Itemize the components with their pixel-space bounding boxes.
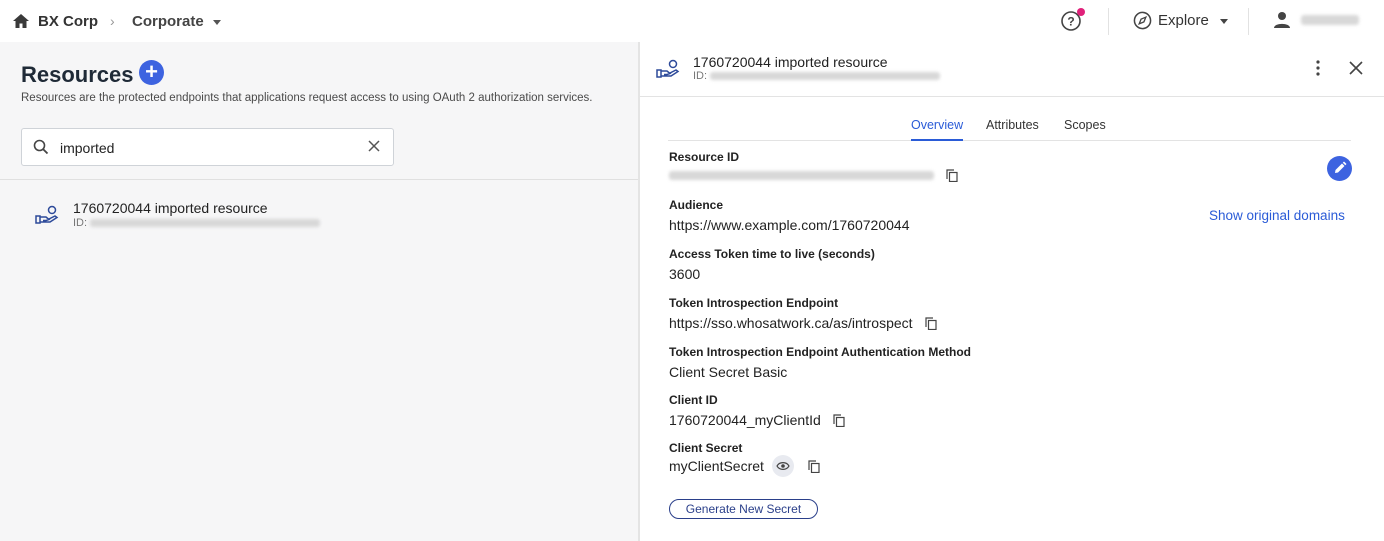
id-label: ID: (693, 70, 708, 82)
notification-dot (1077, 8, 1085, 16)
client-id-text: 1760720044_myClientId (669, 412, 821, 428)
resource-icon (656, 59, 680, 78)
explore-label: Explore (1158, 12, 1209, 29)
search-input[interactable]: imported (21, 128, 394, 166)
eye-icon (776, 462, 790, 470)
tab-attributes[interactable]: Attributes (986, 118, 1039, 141)
introspection-label: Token Introspection Endpoint (669, 296, 839, 310)
divider (1108, 8, 1109, 35)
audience-label: Audience (669, 198, 724, 212)
detail-header: 1760720044 imported resource ID: (640, 42, 1384, 97)
introspection-value: https://sso.whosatwork.ca/as/introspect (669, 315, 937, 331)
edit-button[interactable] (1327, 156, 1352, 181)
copy-icon[interactable] (808, 459, 820, 473)
show-original-domains-link[interactable]: Show original domains (1209, 208, 1345, 223)
add-resource-button[interactable]: + (139, 60, 164, 85)
compass-icon (1133, 11, 1152, 30)
user-name-redacted (1301, 15, 1359, 25)
resource-id-label: Resource ID (669, 150, 740, 164)
generate-new-secret-button[interactable]: Generate New Secret (669, 499, 818, 519)
client-id-value: 1760720044_myClientId (669, 412, 845, 428)
copy-icon[interactable] (833, 413, 845, 427)
user-icon (1274, 12, 1290, 28)
more-options-icon[interactable] (1312, 59, 1324, 77)
client-secret-label: Client Secret (669, 441, 743, 455)
copy-icon[interactable] (924, 316, 937, 330)
page-description: Resources are the protected endpoints th… (21, 92, 593, 104)
copy-icon[interactable] (946, 169, 958, 182)
help-button[interactable]: ? (1060, 8, 1085, 32)
detail-tabs: Overview Attributes Scopes (668, 116, 1351, 141)
id-value-redacted (90, 219, 321, 227)
auth-method-value: Client Secret Basic (669, 364, 788, 380)
tab-overview[interactable]: Overview (911, 118, 964, 141)
ttl-value: 3600 (669, 266, 701, 282)
client-secret-value: myClientSecret (669, 455, 820, 477)
org-name[interactable]: BX Corp (38, 13, 98, 30)
resource-name: 1760720044 imported resource (73, 200, 268, 216)
resource-id: ID: (73, 217, 321, 229)
resource-id-value (669, 169, 958, 182)
close-icon[interactable] (1349, 61, 1363, 75)
detail-title: 1760720044 imported resource (693, 54, 888, 70)
auth-method-label: Token Introspection Endpoint Authenticat… (669, 345, 971, 359)
divider (1248, 8, 1249, 35)
svg-text:?: ? (1067, 15, 1074, 29)
id-value-redacted (710, 72, 941, 80)
clear-search-icon[interactable] (367, 139, 381, 153)
environment-selector[interactable]: Corporate (132, 13, 221, 30)
chevron-down-icon (1219, 19, 1228, 24)
home-icon[interactable] (12, 13, 30, 29)
user-menu[interactable] (1273, 11, 1359, 29)
introspection-url: https://sso.whosatwork.ca/as/introspect (669, 315, 913, 331)
top-bar: BX Corp › Corporate ? Explore (0, 0, 1384, 42)
resource-detail-panel: 1760720044 imported resource ID: Overvie… (638, 42, 1384, 541)
client-id-label: Client ID (669, 393, 718, 407)
tab-scopes[interactable]: Scopes (1064, 118, 1106, 141)
ttl-label: Access Token time to live (seconds) (669, 247, 875, 261)
search-icon (33, 139, 49, 155)
explore-menu[interactable]: Explore (1133, 11, 1228, 30)
list-item[interactable]: 1760720044 imported resource ID: (0, 192, 638, 238)
client-secret-text: myClientSecret (669, 458, 764, 474)
page-title: Resources (21, 62, 134, 87)
audience-value: https://www.example.com/1760720044 (669, 217, 910, 233)
id-label: ID: (73, 217, 88, 229)
resources-panel: Resources + Resources are the protected … (0, 42, 638, 541)
pencil-icon (1335, 161, 1347, 173)
environment-label: Corporate (132, 13, 204, 30)
divider (0, 179, 638, 180)
breadcrumb-separator-icon: › (110, 13, 115, 29)
search-value: imported (60, 140, 115, 156)
resource-icon (35, 205, 59, 224)
show-secret-button[interactable] (771, 455, 794, 477)
resource-id-redacted (669, 171, 934, 180)
detail-id: ID: (693, 70, 941, 82)
chevron-down-icon (212, 20, 221, 25)
